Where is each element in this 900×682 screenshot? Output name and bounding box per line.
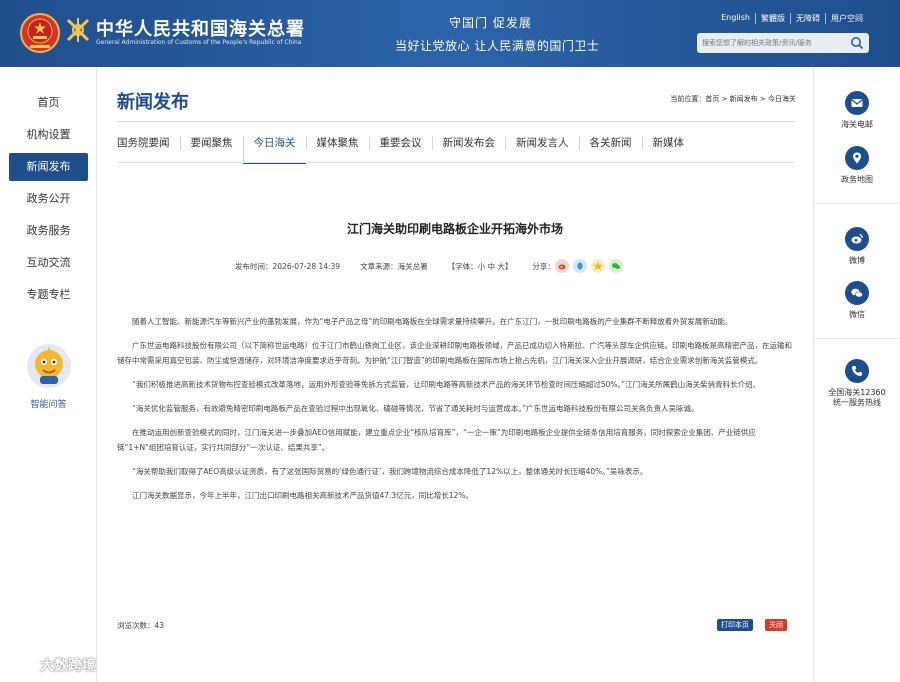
watermark-text: 大数跨境 [40,658,96,674]
nav-item-home[interactable]: 首页 [9,89,88,117]
share-qq-icon[interactable] [572,259,587,273]
right-item-wechat[interactable]: 微信 [814,281,900,320]
print-button[interactable]: 打印本页 [717,619,753,631]
close-button[interactable]: 关闭 [765,619,787,631]
article-body: 随着人工智能、新能源汽车等新兴产业的蓬勃发展，作为“电子产品之母”的印刷电路板在… [117,314,795,512]
tab-new-media[interactable]: 新媒体 [641,136,695,150]
right-item-label: 海关电邮 [841,120,873,129]
article-paragraph: 江门海关数据显示，今年上半年，江门出口印刷电路相关高新技术产品货值47.3亿元，… [132,491,473,500]
share-qzone-icon[interactable] [590,259,605,273]
smart-assistant-icon[interactable] [25,342,73,390]
share-wechat-icon[interactable] [608,259,623,273]
nav-item-special-topics[interactable]: 专题专栏 [9,281,88,309]
right-item-label: 微博 [849,256,865,265]
right-item-hotline[interactable]: 全国海关12360 统一服务热线 [814,359,900,408]
share-weibo-icon[interactable] [554,259,569,273]
right-divider [814,338,900,339]
tab-spokesperson[interactable]: 新闻发言人 [505,136,579,150]
right-divider [814,203,900,204]
font-size-control[interactable]: 【字体：小 中 大】 [448,261,513,272]
smart-assistant-label[interactable]: 智能问答 [0,397,97,410]
main-content: 新闻发布 当前位置：首页 > 新闻发布 > 今日海关 国务院要闻 要闻聚焦 今日… [97,67,813,682]
top-link-traditional[interactable]: 繁體版 [755,13,790,24]
search-input[interactable] [697,33,847,53]
right-item-label: 全国海关12360 统一服务热线 [828,388,886,407]
right-item-email[interactable]: 海关电邮 [814,91,900,130]
nav-item-services[interactable]: 政务服务 [9,217,88,245]
phone-icon [845,359,869,383]
nav-item-organization[interactable]: 机构设置 [9,121,88,149]
watermark: 大数跨境 [12,655,96,675]
article-source: 文章来源：海关总署 [360,261,428,271]
right-item-map[interactable]: 政务地图 [814,146,900,185]
page-title: 新闻发布 [117,92,189,113]
customs-badge-icon [66,18,90,42]
tab-news-focus[interactable]: 要闻聚焦 [179,136,243,150]
top-link-user-space[interactable]: 用户空间 [825,13,868,24]
right-item-label: 政务地图 [841,175,873,184]
search-box [697,33,869,53]
nav-item-public-affairs[interactable]: 政务公开 [9,185,88,213]
article-paragraph: “海关帮助我们取得了AEO高级认证资质，有了这张国际贸易的‘绿色通行证’，我们跨… [132,467,648,476]
article-paragraph: 在推动运用创新查验模式的同时，江门海关进一步叠加AEO信用赋能，建立重点企业“核… [117,428,756,452]
article-meta: 发布时间：2026-07-28 14:39 文章来源：海关总署 【字体：小 中 … [235,259,627,273]
right-item-label: 微信 [849,310,865,319]
nav-item-news[interactable]: 新闻发布 [9,153,88,181]
share-label: 分享： [532,261,555,271]
tab-press-conference[interactable]: 新闻发布会 [431,136,506,150]
weibo-icon [845,227,869,251]
publish-time: 发布时间：2026-07-28 14:39 [235,261,341,271]
tab-media-focus[interactable]: 媒体聚焦 [305,136,369,150]
top-link-english[interactable]: English [716,13,755,24]
tabs-divider [117,162,795,163]
tab-customs-today[interactable]: 今日海关 [242,136,306,164]
right-item-weibo[interactable]: 微博 [814,227,900,266]
watermark-logo-icon [13,658,35,672]
view-count: 浏览次数：43 [117,621,165,630]
site-header: 中华人民共和国海关总署 General Administration of Cu… [0,0,900,67]
right-nav: 海关电邮 政务地图 微博 微信 全国海关12360 统一服务热线 [813,67,900,682]
tab-local-customs-news[interactable]: 各关新闻 [578,136,642,150]
search-icon[interactable] [850,36,864,50]
mail-icon [845,91,869,115]
left-nav: 首页 机构设置 新闻发布 政务公开 政务服务 互动交流 专题专栏 智能问答 [0,67,97,682]
article-paragraph: “海关优化监管服务，有效避免精密印刷电路板产品在查验过程中出现氧化、磕碰等情况，… [132,404,699,413]
nav-item-interaction[interactable]: 互动交流 [9,249,88,277]
news-tabs: 国务院要闻 要闻聚焦 今日海关 媒体聚焦 重要会议 新闻发布会 新闻发言人 各关… [117,136,694,164]
top-link-accessibility[interactable]: 无障碍 [790,13,825,24]
article-paragraph: “我们积极推进高新技术货物布控查验模式改革落地，运用外形查验等免拆方式监管，让印… [132,380,761,389]
tab-state-council-news[interactable]: 国务院要闻 [117,136,180,150]
top-links: English 繁體版 无障碍 用户空间 [716,13,868,24]
slogan-line-1: 守国门 促发展 [449,16,532,30]
title-divider [117,121,795,122]
breadcrumb[interactable]: 当前位置：首页 > 新闻发布 > 今日海关 [670,94,796,104]
national-emblem-icon[interactable] [20,12,60,54]
article-paragraph: 随着人工智能、新能源汽车等新兴产业的蓬勃发展，作为“电子产品之母”的印刷电路板在… [132,317,733,326]
article-title: 江门海关助印刷电路板企业开拓海外市场 [346,222,563,236]
slogan-line-2: 当好让党放心 让人民满意的国门卫士 [395,39,600,53]
wechat-icon [845,281,869,305]
article-paragraph: 广东世运电路科技股份有限公司（以下简称世运电路）位于江门市鹤山铁岗工业区，该企业… [117,341,792,365]
tab-important-meetings[interactable]: 重要会议 [368,136,432,150]
map-icon [845,146,869,170]
site-title[interactable]: 中华人民共和国海关总署 [96,15,305,41]
site-subtitle: General Administration of Customs of the… [96,39,302,46]
